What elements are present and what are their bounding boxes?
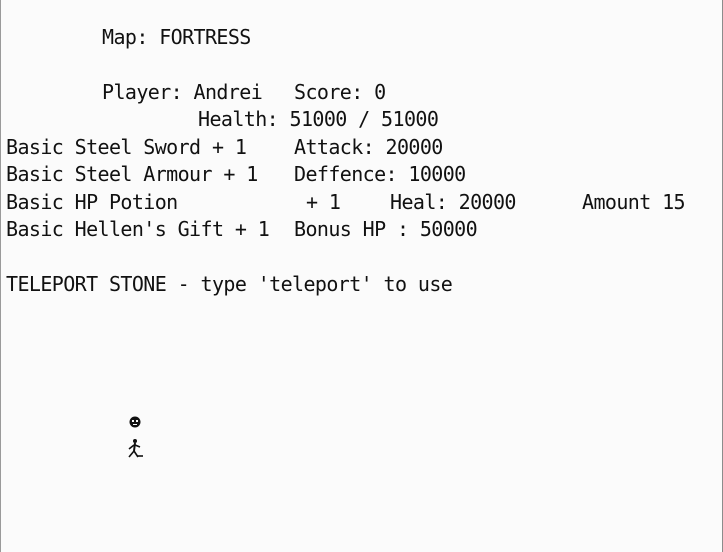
game-screen: Map: FORTRESS Player: Andrei Score: 0 He… — [0, 0, 723, 552]
inventory-item-sword: Basic Steel Sword + 1 — [6, 135, 247, 159]
potion-heal-stat: Heal: 20000 — [390, 190, 516, 214]
player-name: Player: Andrei — [102, 80, 263, 104]
score-value: Score: 0 — [294, 80, 386, 104]
health-value: Health: 51000 / 51000 — [198, 107, 439, 131]
gift-bonus-hp-stat: Bonus HP : 50000 — [294, 217, 478, 241]
window-left-edge — [0, 0, 1, 552]
potion-amount: Amount 15 — [582, 190, 686, 214]
player-sprite — [126, 414, 146, 460]
inventory-item-gift: Basic Hellen's Gift + 1 — [6, 217, 270, 241]
inventory-item-armour: Basic Steel Armour + 1 — [6, 162, 258, 186]
sword-attack-stat: Attack: 20000 — [294, 135, 443, 159]
inventory-item-potion: Basic HP Potion — [6, 190, 178, 214]
stick-figure-icon — [128, 439, 143, 458]
potion-count: + 1 — [306, 190, 341, 214]
map-name: Map: FORTRESS — [102, 25, 251, 49]
armour-defence-stat: Deffence: 10000 — [294, 162, 466, 186]
teleport-hint: TELEPORT STONE - type 'teleport' to use — [6, 272, 453, 296]
